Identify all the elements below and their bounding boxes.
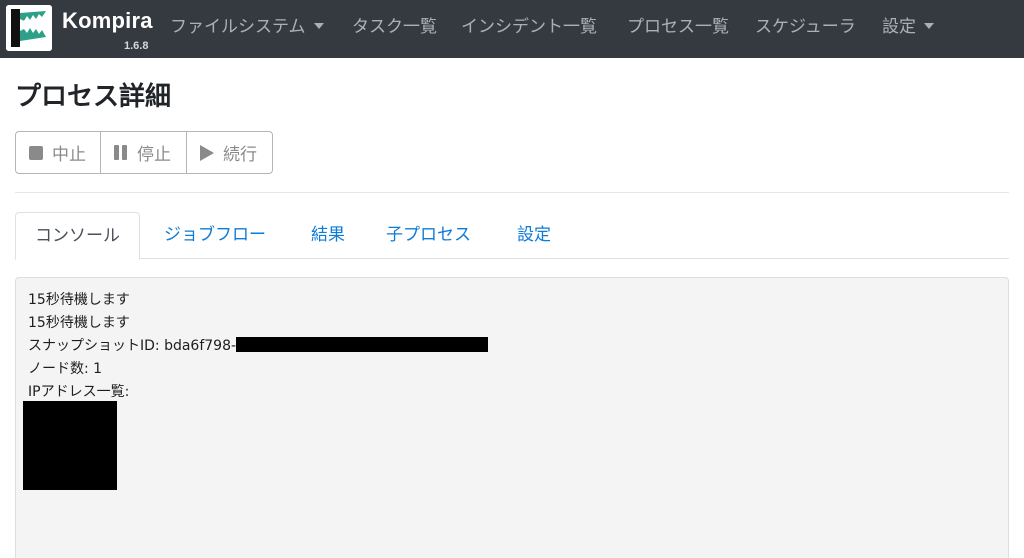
console-output[interactable]: 15秒待機します 15秒待機します スナップショットID: bda6f798- … <box>15 277 1009 558</box>
tab-jobflow[interactable]: ジョブフロー <box>164 212 266 259</box>
nav-process-list[interactable]: プロセス一覧 <box>627 15 729 39</box>
version-label: 1.6.8 <box>124 40 149 52</box>
console-line: 15秒待機します <box>28 292 130 308</box>
nav-process-list-label: プロセス一覧 <box>627 17 729 37</box>
process-control-button-group: 中止 停止 続行 <box>15 131 273 174</box>
abort-button[interactable]: 中止 <box>15 131 101 174</box>
brand-name[interactable]: Kompira <box>62 8 153 34</box>
nav-settings[interactable]: 設定 <box>882 15 934 39</box>
nav-incident-list-label: インシデント一覧 <box>461 17 597 37</box>
console-line: 15秒待機します <box>28 315 130 331</box>
page-title: プロセス詳細 <box>15 82 172 112</box>
redacted-block <box>23 401 117 490</box>
nav-task-list-label: タスク一覧 <box>352 17 437 37</box>
tab-console[interactable]: コンソール <box>15 212 140 260</box>
nav-incident-list[interactable]: インシデント一覧 <box>461 15 597 39</box>
nav-filesystem[interactable]: ファイルシステム <box>170 15 324 39</box>
caret-down-icon <box>313 22 324 29</box>
top-navbar: Kompira 1.6.8 ファイルシステム タスク一覧 インシデント一覧 プロ… <box>0 0 1024 58</box>
resume-button[interactable]: 続行 <box>187 131 273 174</box>
nav-scheduler[interactable]: スケジューラ <box>755 15 856 39</box>
redacted-block <box>236 337 489 352</box>
nav-scheduler-label: スケジューラ <box>755 17 856 37</box>
pause-button-label: 停止 <box>137 145 171 165</box>
tab-result[interactable]: 結果 <box>311 212 345 259</box>
pause-icon <box>114 145 134 160</box>
caret-down-icon <box>924 22 934 29</box>
snapshot-id-text: スナップショットID: bda6f798- <box>28 338 237 354</box>
play-icon <box>200 144 220 161</box>
console-line: IPアドレス一覧: <box>28 384 130 400</box>
tab-settings[interactable]: 設定 <box>517 212 551 259</box>
stop-icon <box>29 145 49 160</box>
console-line: ノード数: 1 <box>28 361 103 377</box>
divider <box>15 192 1009 193</box>
nav-settings-label: 設定 <box>882 17 916 37</box>
process-tabs: コンソール ジョブフロー 結果 子プロセス 設定 <box>15 212 1009 260</box>
pause-button[interactable]: 停止 <box>101 131 187 174</box>
resume-button-label: 続行 <box>223 145 257 165</box>
tab-child-process[interactable]: 子プロセス <box>386 212 471 259</box>
abort-button-label: 中止 <box>52 145 86 165</box>
nav-filesystem-label: ファイルシステム <box>170 17 306 37</box>
kompira-logo-icon[interactable] <box>6 5 52 51</box>
nav-task-list[interactable]: タスク一覧 <box>352 15 437 39</box>
console-line: スナップショットID: bda6f798- <box>28 337 489 355</box>
